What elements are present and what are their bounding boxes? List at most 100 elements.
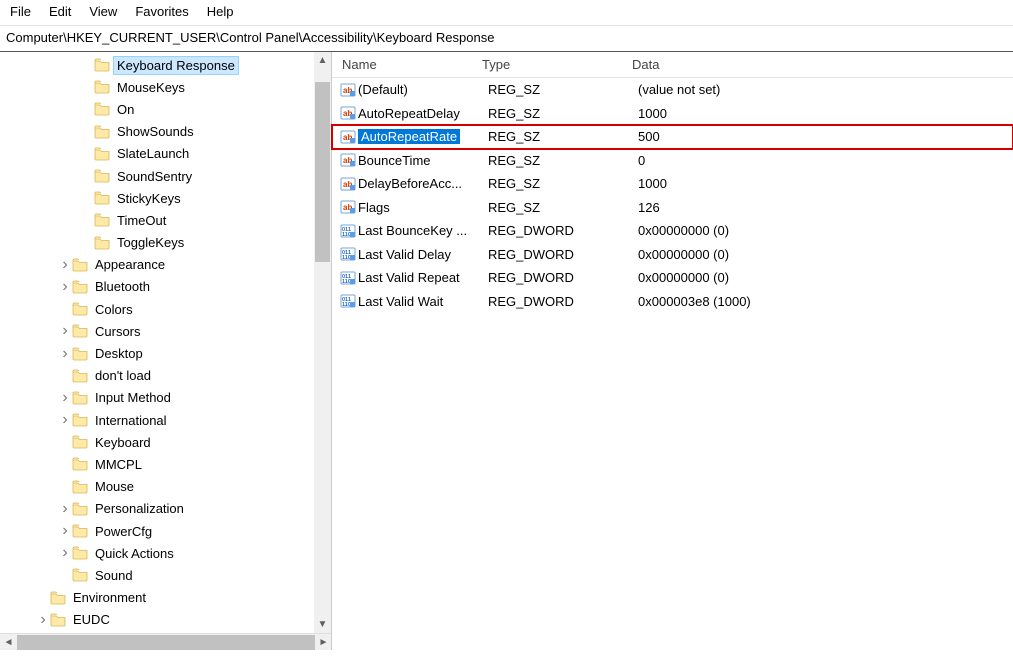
folder-icon [94, 191, 110, 205]
dword-value-icon: 011 110 [338, 293, 358, 309]
tree-item[interactable]: On [0, 98, 314, 120]
chevron-right-icon[interactable]: › [58, 500, 72, 518]
svg-text:110: 110 [342, 302, 351, 308]
dword-value-icon: 011 110 [338, 270, 358, 286]
tree-item[interactable]: ToggleKeys [0, 232, 314, 254]
tree[interactable]: Keyboard Response MouseKeys On ShowSound… [0, 52, 331, 650]
value-row[interactable]: 011 110 Last BounceKey ...REG_DWORD0x000… [332, 219, 1013, 243]
menu-view[interactable]: View [89, 4, 117, 19]
tree-item[interactable]: ShowSounds [0, 121, 314, 143]
value-type: REG_SZ [488, 176, 638, 191]
folder-icon [94, 102, 110, 116]
tree-item[interactable]: StickyKeys [0, 187, 314, 209]
menu-help[interactable]: Help [207, 4, 234, 19]
tree-item[interactable]: › Personalization [0, 498, 314, 520]
value-data: 126 [638, 200, 1013, 215]
scroll-down-icon[interactable]: ▼ [314, 616, 331, 633]
scroll-thumb[interactable] [315, 82, 330, 262]
value-row[interactable]: ab AutoRepeatDelayREG_SZ1000 [332, 102, 1013, 126]
tree-item[interactable]: › Quick Actions [0, 542, 314, 564]
tree-item[interactable]: SlateLaunch [0, 143, 314, 165]
chevron-right-icon[interactable]: › [36, 611, 50, 629]
chevron-right-icon[interactable]: › [58, 389, 72, 407]
tree-vertical-scrollbar[interactable]: ▲ ▼ [314, 52, 331, 650]
tree-item-label: SlateLaunch [114, 145, 192, 162]
tree-item[interactable]: Colors [0, 298, 314, 320]
chevron-right-icon[interactable]: › [58, 256, 72, 274]
scroll-right-icon[interactable]: ► [315, 637, 332, 648]
tree-item-label: Bluetooth [92, 278, 153, 295]
value-name: Last Valid Repeat [358, 270, 460, 285]
folder-icon [72, 457, 88, 471]
list-header: Name Type Data [332, 52, 1013, 78]
chevron-right-icon[interactable]: › [58, 278, 72, 296]
value-row[interactable]: ab BounceTimeREG_SZ0 [332, 149, 1013, 173]
tree-item[interactable]: › International [0, 409, 314, 431]
tree-item[interactable]: › Appearance [0, 254, 314, 276]
tree-item-label: ShowSounds [114, 123, 197, 140]
value-row[interactable]: ab DelayBeforeAcc...REG_SZ1000 [332, 172, 1013, 196]
address-bar[interactable]: Computer\HKEY_CURRENT_USER\Control Panel… [0, 26, 1013, 52]
menu-edit[interactable]: Edit [49, 4, 71, 19]
value-data: 0x00000000 (0) [638, 223, 1013, 238]
column-header-data[interactable]: Data [632, 57, 1013, 72]
tree-item[interactable]: › EUDC [0, 609, 314, 631]
value-row[interactable]: 011 110 Last Valid RepeatREG_DWORD0x0000… [332, 266, 1013, 290]
tree-item[interactable]: SoundSentry [0, 165, 314, 187]
value-row[interactable]: ab AutoRepeatRateREG_SZ500 [332, 125, 1013, 149]
tree-item[interactable]: Keyboard Response [0, 54, 314, 76]
folder-icon [72, 391, 88, 405]
tree-item-label: Appearance [92, 256, 168, 273]
value-type: REG_SZ [488, 200, 638, 215]
value-row[interactable]: 011 110 Last Valid WaitREG_DWORD0x000003… [332, 290, 1013, 314]
tree-item[interactable]: › PowerCfg [0, 520, 314, 542]
chevron-right-icon[interactable]: › [58, 522, 72, 540]
tree-horizontal-scrollbar[interactable]: ◄ ► [0, 633, 332, 650]
folder-icon [50, 591, 66, 605]
folder-icon [50, 613, 66, 627]
tree-item[interactable]: MouseKeys [0, 76, 314, 98]
values-list[interactable]: ab (Default)REG_SZ(value not set) ab Aut… [332, 78, 1013, 313]
value-name: Last Valid Delay [358, 247, 451, 262]
menu-file[interactable]: File [10, 4, 31, 19]
tree-item[interactable]: › Desktop [0, 342, 314, 364]
folder-icon [72, 258, 88, 272]
folder-icon [94, 80, 110, 94]
string-value-icon: ab [338, 129, 358, 145]
tree-item[interactable]: TimeOut [0, 209, 314, 231]
menu-favorites[interactable]: Favorites [135, 4, 188, 19]
tree-item[interactable]: Sound [0, 564, 314, 586]
chevron-right-icon[interactable]: › [58, 411, 72, 429]
folder-icon [72, 502, 88, 516]
value-name: BounceTime [358, 153, 431, 168]
tree-item[interactable]: Keyboard [0, 431, 314, 453]
column-header-type[interactable]: Type [482, 57, 632, 72]
tree-item[interactable]: Mouse [0, 476, 314, 498]
value-row[interactable]: ab FlagsREG_SZ126 [332, 196, 1013, 220]
scroll-up-icon[interactable]: ▲ [314, 52, 331, 69]
value-row[interactable]: ab (Default)REG_SZ(value not set) [332, 78, 1013, 102]
tree-item[interactable]: don't load [0, 365, 314, 387]
value-type: REG_SZ [488, 129, 638, 144]
tree-item-label: Desktop [92, 345, 146, 362]
chevron-right-icon[interactable]: › [58, 322, 72, 340]
hscroll-thumb[interactable] [17, 635, 315, 650]
tree-item[interactable]: › Bluetooth [0, 276, 314, 298]
value-row[interactable]: 011 110 Last Valid DelayREG_DWORD0x00000… [332, 243, 1013, 267]
tree-item-label: Keyboard [92, 434, 154, 451]
tree-item[interactable]: › Cursors [0, 320, 314, 342]
tree-item-label: Mouse [92, 478, 137, 495]
column-header-name[interactable]: Name [332, 57, 482, 72]
scroll-left-icon[interactable]: ◄ [0, 637, 17, 648]
tree-item[interactable]: Environment [0, 587, 314, 609]
folder-icon [72, 568, 88, 582]
folder-icon [72, 302, 88, 316]
tree-item[interactable]: MMCPL [0, 453, 314, 475]
dword-value-icon: 011 110 [338, 223, 358, 239]
chevron-right-icon[interactable]: › [58, 544, 72, 562]
value-data: 0x000003e8 (1000) [638, 294, 1013, 309]
tree-item[interactable]: › Input Method [0, 387, 314, 409]
chevron-right-icon[interactable]: › [58, 345, 72, 363]
folder-icon [94, 125, 110, 139]
string-value-icon: ab [338, 82, 358, 98]
